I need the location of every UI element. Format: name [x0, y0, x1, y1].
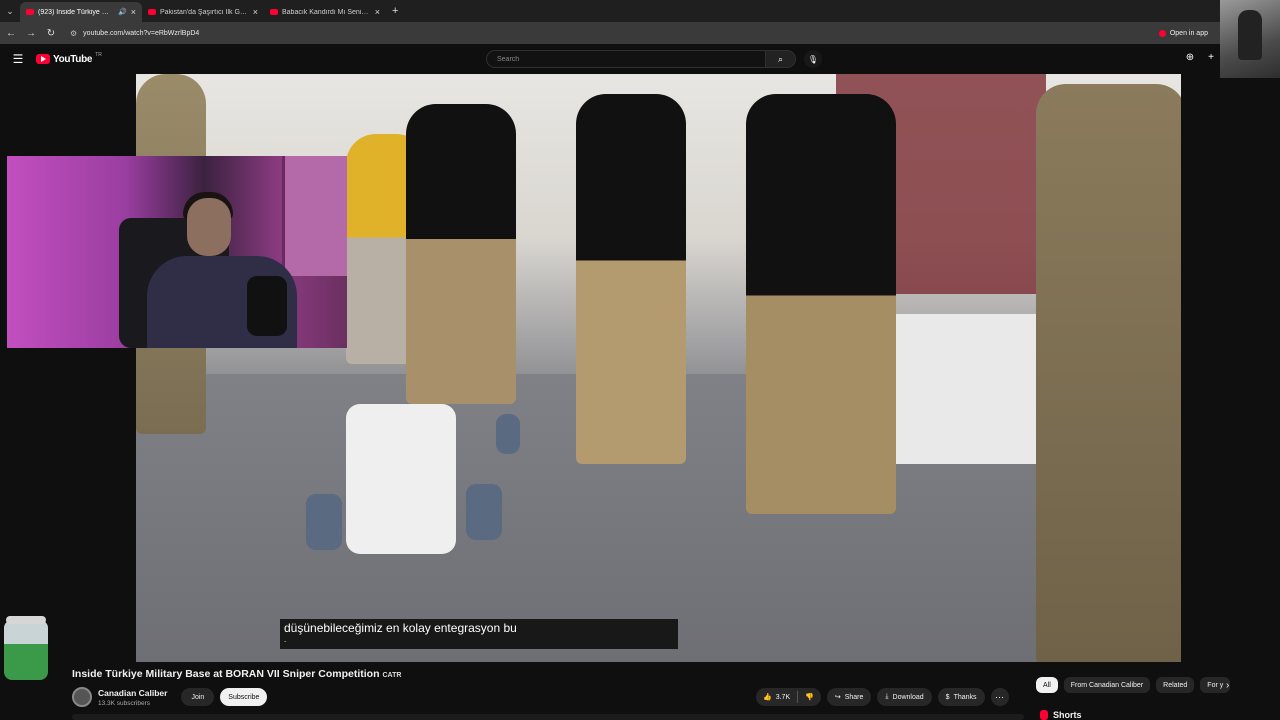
open-in-app-label: Open in app: [1169, 29, 1208, 37]
webcam-window: [282, 156, 347, 276]
video-person: [576, 94, 686, 464]
thanks-label: Thanks: [953, 693, 977, 701]
speaker-icon[interactable]: 🔊: [118, 8, 127, 16]
browser-tab[interactable]: Babacık Kandırdı Mı Seni? - Yo ×: [264, 2, 386, 22]
tab-title: (923) Inside Türkiye Militar: [38, 8, 115, 16]
shorts-label: Shorts: [1053, 710, 1082, 720]
share-button[interactable]: ↪ Share: [826, 688, 872, 706]
subscribe-button[interactable]: Subscribe: [220, 688, 268, 706]
youtube-header: ☰ YouTube TR ⌕ 🎙 ⊕ +: [0, 44, 1220, 74]
robot-wheel: [306, 494, 342, 550]
robot-dog: [306, 384, 520, 604]
thumbs-up-icon: 👍: [763, 694, 772, 701]
tab-title: Babacık Kandırdı Mı Seni? - Yo: [282, 8, 371, 16]
channel-avatar[interactable]: [72, 687, 92, 707]
voice-search-mic-icon[interactable]: 🎙: [804, 50, 822, 68]
shorts-section-header: Shorts: [1040, 710, 1082, 720]
like-dislike-group: 👍 3.7K 👎: [756, 688, 821, 706]
corner-photo: [1220, 0, 1280, 78]
share-icon: ↪: [834, 694, 841, 701]
youtube-app-icon: [1158, 29, 1166, 37]
share-label: Share: [844, 693, 864, 701]
person-figure: [1238, 10, 1262, 60]
shorts-icon: [1040, 710, 1048, 720]
chip-related[interactable]: Related: [1156, 677, 1195, 693]
download-label: Download: [892, 693, 924, 701]
back-arrow-icon[interactable]: ←: [6, 28, 16, 39]
tab-title: Pakistan'da Şaşırtıcı İlk Günüm: [160, 8, 249, 16]
video-person: [1036, 84, 1181, 662]
tab-close-icon[interactable]: ×: [131, 7, 136, 17]
site-info-icon[interactable]: ⚙: [70, 29, 77, 38]
tab-close-icon[interactable]: ×: [253, 7, 258, 17]
search-input[interactable]: [486, 50, 766, 68]
forward-arrow-icon[interactable]: →: [26, 28, 36, 39]
streamer-webcam: [7, 156, 347, 348]
video-counter: [886, 314, 1046, 464]
channel-info: Canadian Caliber 13.3K subscribers: [98, 688, 167, 707]
webcam-head: [187, 198, 231, 256]
chip-from-channel[interactable]: From Canadian Caliber: [1063, 677, 1151, 693]
menu-hamburger-icon[interactable]: ☰: [0, 52, 36, 66]
video-title-text: Inside Türkiye Military Base at BORAN VI…: [72, 668, 380, 680]
description-box-edge: [72, 714, 1024, 720]
browser-tab[interactable]: Pakistan'da Şaşırtıcı İlk Günüm ×: [142, 2, 264, 22]
video-subtitle: düşünebileceğimiz en kolay entegrasyon b…: [280, 619, 678, 649]
video-title: Inside Türkiye Military Base at BORAN VI…: [72, 668, 401, 680]
create-icon[interactable]: ⊕: [1186, 52, 1194, 63]
video-person: [406, 104, 516, 404]
channel-name[interactable]: Canadian Caliber: [98, 688, 167, 698]
chevron-right-icon[interactable]: ›: [1226, 680, 1229, 691]
video-person: [746, 94, 896, 514]
search-icon: ⌕: [777, 53, 784, 64]
robot-wheel: [496, 414, 520, 454]
jar-overlay: [4, 616, 48, 680]
browser-tab-bar: ⌄ (923) Inside Türkiye Militar 🔊 × Pakis…: [0, 0, 1220, 22]
youtube-logo[interactable]: YouTube TR: [36, 52, 102, 65]
search-box: ⌕ 🎙: [486, 50, 822, 68]
youtube-favicon-icon: [270, 9, 278, 15]
search-button[interactable]: ⌕: [766, 50, 796, 68]
tab-close-icon[interactable]: ×: [375, 7, 380, 17]
dislike-button[interactable]: 👎: [798, 688, 821, 706]
region-code: TR: [95, 52, 102, 58]
like-count: 3.7K: [775, 693, 791, 701]
like-button[interactable]: 👍 3.7K: [756, 688, 797, 706]
thumbs-down-icon: 👎: [805, 694, 814, 701]
webcam-microphone: [247, 276, 287, 336]
url-field[interactable]: ⚙ youtube.com/watch?v=eRbWzrlBpD4: [70, 29, 199, 38]
channel-row: Canadian Caliber 13.3K subscribers Join …: [72, 686, 268, 708]
reload-icon[interactable]: ↻: [46, 28, 56, 39]
youtube-favicon-icon: [148, 9, 156, 15]
title-suffix: CATR: [382, 672, 402, 679]
more-actions-icon[interactable]: ⋯: [990, 688, 1009, 706]
robot-body: [346, 404, 456, 554]
add-icon[interactable]: +: [1208, 52, 1214, 63]
thanks-button[interactable]: $ Thanks: [937, 688, 985, 706]
thanks-icon: $: [945, 693, 950, 701]
subtitle-line: .: [284, 635, 287, 644]
chip-all[interactable]: All: [1036, 677, 1058, 693]
robot-wheel: [466, 484, 502, 540]
join-button[interactable]: Join: [181, 688, 215, 706]
address-bar: ← → ↻ ⚙ youtube.com/watch?v=eRbWzrlBpD4 …: [0, 22, 1220, 44]
browser-tab-active[interactable]: (923) Inside Türkiye Militar 🔊 ×: [20, 2, 142, 22]
header-actions: ⊕ +: [1186, 52, 1214, 63]
subscriber-count: 13.3K subscribers: [98, 699, 151, 707]
youtube-favicon-icon: [26, 9, 34, 15]
video-actions: 👍 3.7K 👎 ↪ Share ⤓ Download $ Thanks ⋯: [756, 688, 1009, 706]
logo-text: YouTube: [53, 53, 93, 65]
youtube-play-icon: [36, 54, 50, 64]
download-icon: ⤓: [885, 693, 889, 700]
url-text: youtube.com/watch?v=eRbWzrlBpD4: [83, 29, 200, 37]
tab-search-chevron-icon[interactable]: ⌄: [0, 0, 20, 22]
new-tab-plus-icon[interactable]: +: [392, 5, 398, 17]
recommendation-chips: All From Canadian Caliber Related For y: [1036, 677, 1246, 693]
download-button[interactable]: ⤓ Download: [877, 688, 932, 706]
subtitle-line: düşünebileceğimiz en kolay entegrasyon b…: [284, 621, 517, 635]
open-in-app-button[interactable]: Open in app: [1158, 29, 1208, 37]
